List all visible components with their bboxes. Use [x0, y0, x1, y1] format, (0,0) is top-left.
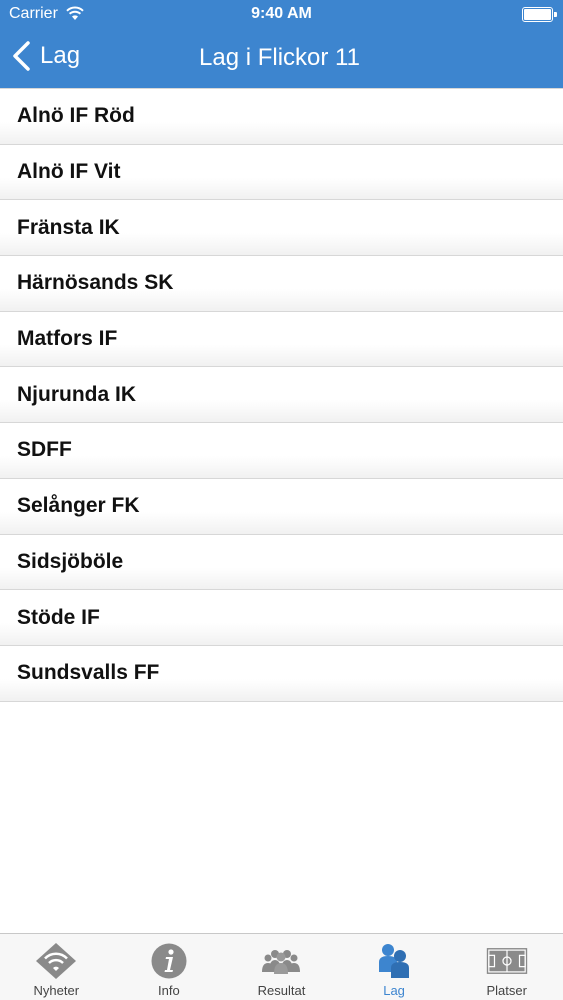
tab-bar: Nyheter Info Resultat Lag Platser: [0, 933, 563, 1000]
status-bar: Carrier 9:40 AM: [0, 0, 563, 30]
list-item[interactable]: Matfors IF: [0, 311, 563, 368]
clock: 9:40 AM: [251, 5, 312, 22]
tab-label: Resultat: [257, 983, 306, 998]
list-item[interactable]: Härnösands SK: [0, 256, 563, 312]
tab-resultat[interactable]: Resultat: [225, 934, 338, 1000]
tab-label: Lag: [383, 983, 405, 998]
battery-icon: [522, 7, 557, 22]
list-item[interactable]: Fränsta IK: [0, 200, 563, 257]
tab-lag[interactable]: Lag: [338, 934, 451, 1000]
tab-platser[interactable]: Platser: [450, 934, 563, 1000]
team-list: Alnö IF Röd Alnö IF Vit Fränsta IK Härnö…: [0, 88, 563, 702]
list-item[interactable]: Selånger FK: [0, 478, 563, 535]
field-icon: [486, 948, 527, 974]
team-icon: [379, 944, 410, 978]
info-icon: [151, 943, 187, 979]
list-item[interactable]: Alnö IF Vit: [0, 144, 563, 201]
tab-label: Nyheter: [33, 983, 80, 998]
tab-nyheter[interactable]: Nyheter: [0, 934, 113, 1000]
tab-info[interactable]: Info: [113, 934, 226, 1000]
list-item[interactable]: Sundsvalls FF: [0, 645, 563, 702]
tab-label: Info: [158, 983, 180, 998]
top-bar: Carrier 9:40 AM Lag Lag i Flickor 11: [0, 0, 563, 88]
page-title: Lag i Flickor 11: [199, 44, 360, 71]
list-item[interactable]: SDFF: [0, 423, 563, 479]
list-item[interactable]: Njurunda IK: [0, 367, 563, 424]
wifi-diamond-icon: [36, 943, 77, 979]
list-item[interactable]: Alnö IF Röd: [0, 89, 563, 145]
list-item[interactable]: Stöde IF: [0, 590, 563, 646]
tab-label: Platser: [486, 983, 527, 998]
list-item[interactable]: Sidsjöböle: [0, 534, 563, 591]
group-icon: [262, 950, 301, 974]
